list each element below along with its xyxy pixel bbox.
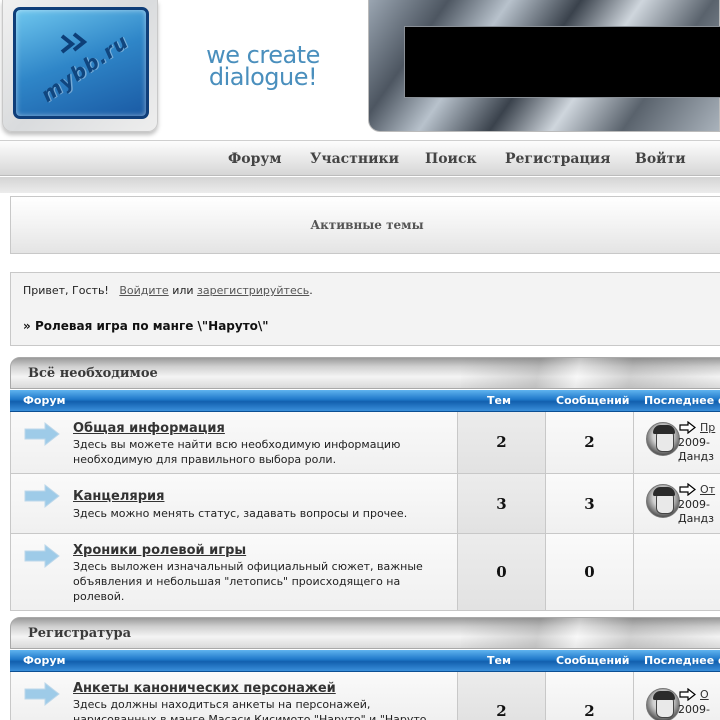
topics-cell: 2 [457, 412, 546, 473]
period: . [309, 284, 313, 297]
category-header: Регистратура [10, 617, 720, 649]
category-header-decoration [461, 618, 720, 648]
avatar[interactable] [646, 422, 680, 456]
col-forum: Форум [23, 654, 66, 667]
forum-description: Здесь можно менять статус, задавать вопр… [73, 507, 408, 520]
last-post-cell: От 2009- Дандз [634, 474, 720, 533]
category-header: Всё необходимое [10, 357, 720, 389]
posts-cell: 2 [546, 412, 634, 473]
last-post-date: 2009- [678, 436, 710, 449]
topics-count: 3 [496, 495, 507, 513]
nav-members[interactable]: Участники [310, 151, 399, 167]
avatar[interactable] [646, 688, 680, 720]
column-header: Форум Тем Сообщений Последнее с [10, 650, 720, 672]
last-post-cell: О 2009- [634, 672, 720, 720]
posts-cell: 0 [546, 534, 634, 610]
nav-register[interactable]: Регистрация [505, 151, 611, 167]
forum-description: Здесь вы можете найти всю необходимую ин… [73, 438, 401, 466]
topics-count: 2 [496, 433, 507, 451]
col-forum: Форум [23, 394, 66, 407]
topics-cell: 0 [457, 534, 546, 610]
forum-link[interactable]: Общая информация [73, 421, 225, 436]
go-to-post-icon[interactable] [679, 483, 696, 496]
last-post-link[interactable]: О [700, 688, 709, 701]
topics-count: 0 [496, 563, 507, 581]
go-to-post-icon[interactable] [679, 421, 696, 434]
posts-cell: 3 [546, 474, 634, 533]
forum-link[interactable]: Анкеты канонических персонажей [73, 681, 336, 696]
breadcrumb-arrow: » [23, 319, 31, 333]
greeting: Привет, Гость! [23, 284, 109, 297]
forum-link[interactable]: Хроники ролевой игры [73, 543, 246, 558]
posts-count: 2 [584, 433, 595, 451]
nav-search[interactable]: Поиск [425, 151, 477, 167]
last-post-author[interactable]: Дандз [678, 450, 714, 463]
forum-row: Анкеты канонических персонажей Здесь дол… [10, 672, 720, 720]
posts-count: 2 [584, 702, 595, 720]
avatar[interactable] [646, 484, 680, 518]
go-to-post-icon[interactable] [679, 688, 696, 701]
posts-cell: 2 [546, 672, 634, 720]
last-post-author[interactable]: Дандз [678, 512, 714, 525]
breadcrumb-title[interactable]: Ролевая игра по манге \"Наруто\" [35, 319, 269, 333]
col-topics: Тем [487, 394, 511, 407]
col-last-post: Последнее с [644, 654, 720, 667]
category-title[interactable]: Всё необходимое [28, 366, 158, 381]
last-post-link[interactable]: Пр [700, 421, 715, 434]
nav-divider [0, 177, 720, 193]
header-banner [368, 0, 720, 132]
posts-count: 3 [584, 495, 595, 513]
forum-description: Здесь должны находиться анкеты на персон… [73, 698, 427, 720]
topics-cell: 3 [457, 474, 546, 533]
category-title[interactable]: Регистратура [28, 626, 131, 641]
tagline: we create dialogue! [196, 43, 330, 91]
nav-login[interactable]: Войти [635, 151, 686, 167]
or-text: или [172, 284, 194, 297]
login-link[interactable]: Войдите [119, 284, 168, 297]
topics-count: 2 [496, 702, 507, 720]
breadcrumb: » Ролевая игра по манге \"Наруто\" [23, 319, 269, 333]
main-nav: Форум Участники Поиск Регистрация Войти [0, 140, 720, 176]
logo-panel: mybb.ru [2, 0, 158, 132]
forum-link[interactable]: Канцелярия [73, 489, 164, 504]
forum-arrow-icon [24, 483, 60, 509]
category-header-decoration [461, 358, 720, 388]
forum-row: Хроники ролевой игры Здесь выложен изнач… [10, 534, 720, 611]
column-header: Форум Тем Сообщений Последнее с [10, 390, 720, 412]
tagline-line-2: dialogue! [208, 63, 318, 91]
topics-cell: 2 [457, 672, 546, 720]
last-post-cell: Пр 2009- Дандз [634, 412, 720, 473]
posts-count: 0 [584, 563, 595, 581]
forum-arrow-icon [24, 681, 60, 707]
active-topics-link[interactable]: Активные темы [11, 218, 720, 232]
last-post-link[interactable]: От [700, 483, 715, 496]
mybb-logo[interactable]: mybb.ru [13, 7, 149, 119]
last-post-cell [634, 534, 720, 610]
nav-forum[interactable]: Форум [228, 151, 282, 167]
col-posts: Сообщений [556, 654, 630, 667]
active-topics-box: Активные темы [10, 196, 720, 254]
welcome-line: Привет, Гость! Войдите или зарегистрируй… [23, 284, 313, 297]
forum-description: Здесь выложен изначальный официальный сю… [73, 560, 423, 603]
register-link[interactable]: зарегистрируйтесь [197, 284, 309, 297]
col-posts: Сообщений [556, 394, 630, 407]
last-post-date: 2009- [678, 498, 710, 511]
forum-arrow-icon [24, 421, 60, 447]
banner-screen [404, 26, 720, 98]
forum-row: Канцелярия Здесь можно менять статус, за… [10, 474, 720, 534]
forum-arrow-icon [24, 543, 60, 569]
site-header: mybb.ru we create dialogue! [0, 0, 720, 138]
col-topics: Тем [487, 654, 511, 667]
welcome-box: Привет, Гость! Войдите или зарегистрируй… [10, 272, 720, 346]
forum-row: Общая информация Здесь вы можете найти в… [10, 412, 720, 474]
last-post-date: 2009- [678, 703, 710, 716]
col-last-post: Последнее с [644, 394, 720, 407]
